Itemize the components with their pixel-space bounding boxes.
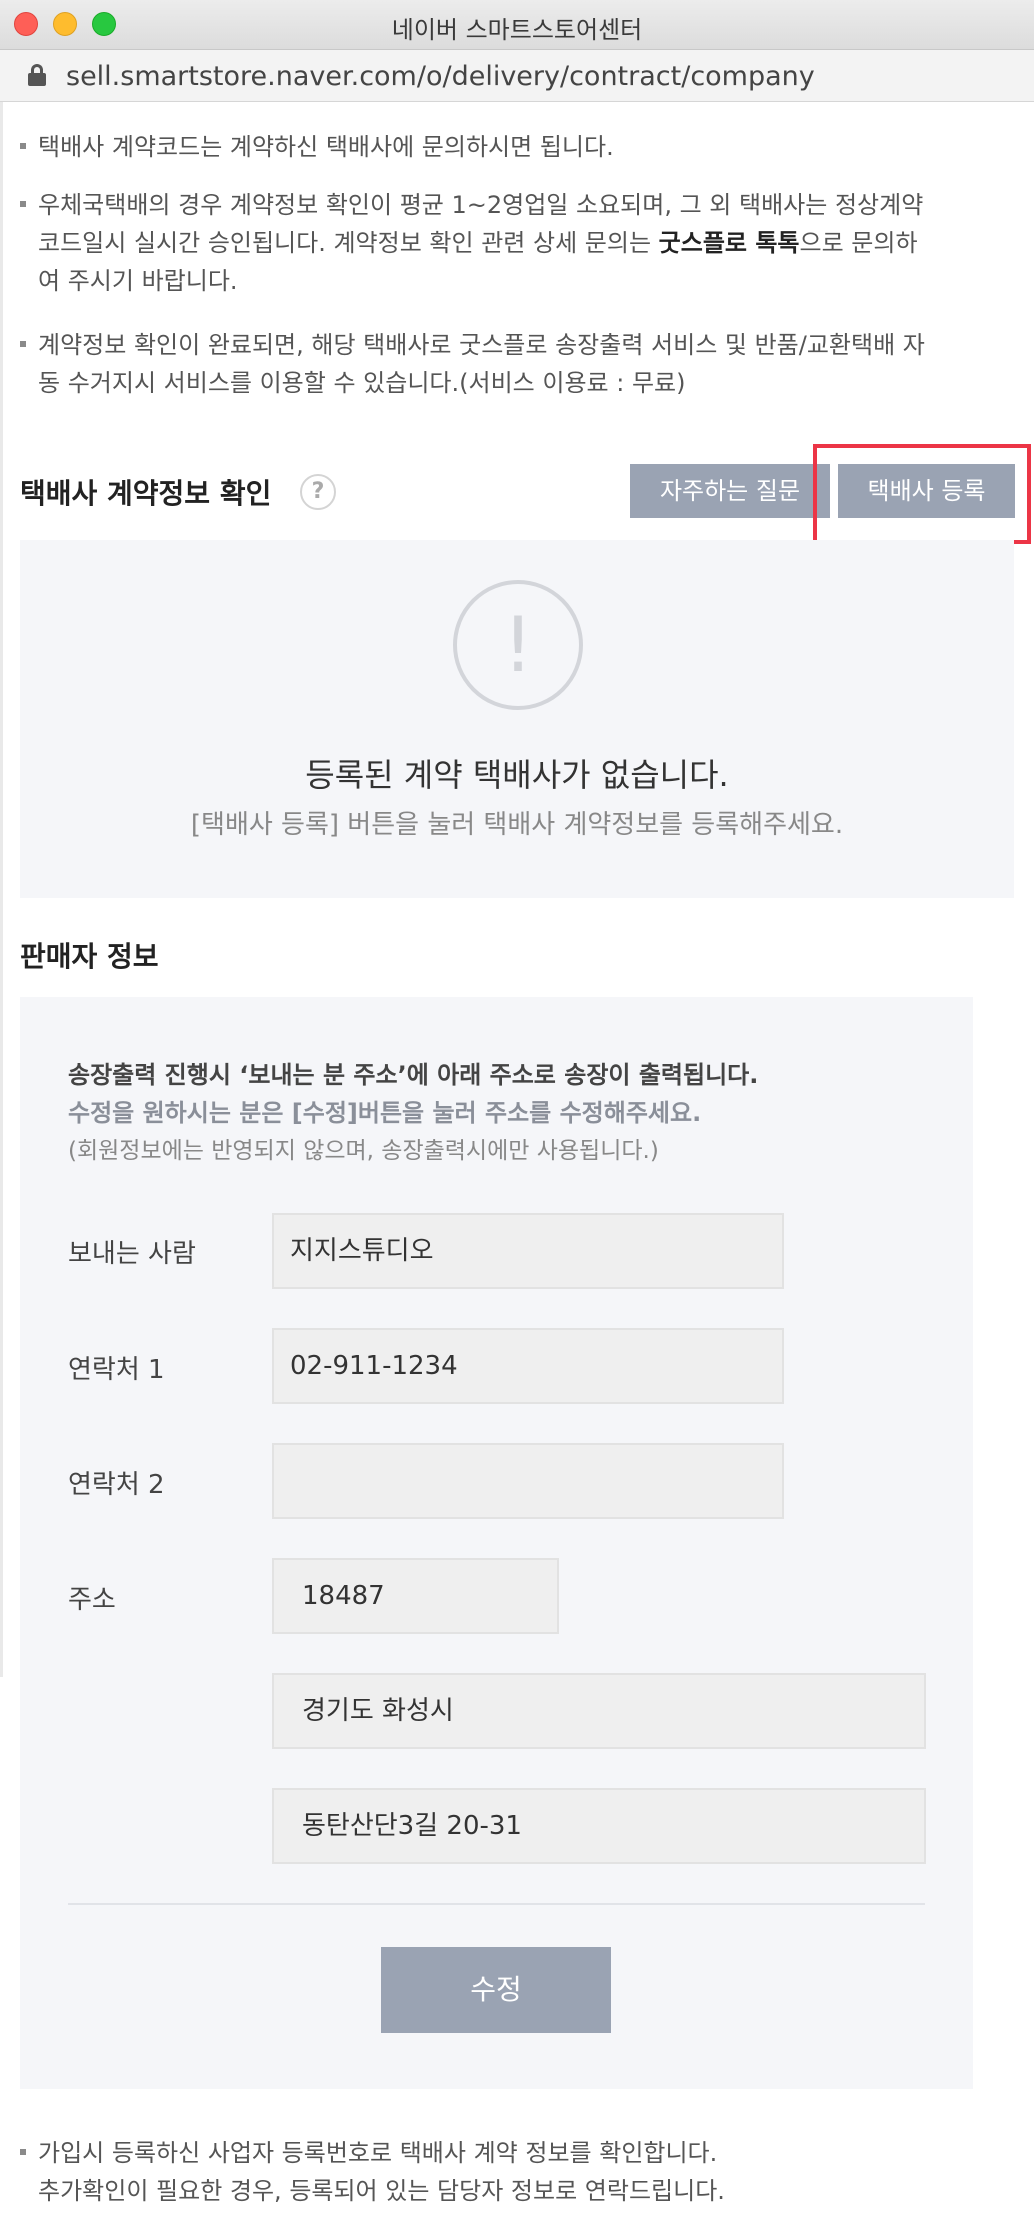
note-text: 우체국택배의 경우 계약정보 확인이 평균 1~2영업일 소요되며, 그 외 택… (38, 191, 924, 219)
note-service: 계약정보 확인이 완료되면, 해당 택배사로 굿스플로 송장출력 서비스 및 반… (20, 326, 925, 402)
exclamation-icon: ! (453, 580, 583, 710)
address-bar[interactable]: sell.smartstore.naver.com/o/delivery/con… (0, 50, 1034, 102)
section-title-contract: 택배사 계약정보 확인 (20, 477, 272, 510)
url-text[interactable]: sell.smartstore.naver.com/o/delivery/con… (66, 61, 815, 92)
footer-note: 가입시 등록하신 사업자 등록번호로 택배사 계약 정보를 확인합니다. 추가확… (20, 2134, 725, 2210)
sender-label: 보내는 사람 (68, 1239, 196, 1269)
address-label: 주소 (68, 1585, 116, 1615)
note-text: 가입시 등록하신 사업자 등록번호로 택배사 계약 정보를 확인합니다. (38, 2139, 718, 2167)
note-text: 동 수거지시 서비스를 이용할 수 있습니다.(서비스 이용료 : 무료) (38, 369, 686, 397)
divider (68, 1903, 925, 1905)
note-text: 여 주시기 바랍니다. (38, 267, 238, 295)
address1-field[interactable]: 경기도 화성시 (272, 1673, 926, 1749)
phone1-label: 연락처 1 (68, 1355, 165, 1385)
note-text: 으로 문의하 (799, 229, 918, 257)
window-titlebar: 네이버 스마트스토어센터 (0, 0, 1034, 50)
note-text: 코드일시 실시간 승인됩니다. 계약정보 확인 관련 상세 문의는 (38, 229, 659, 257)
phone2-field[interactable] (272, 1443, 784, 1519)
empty-message: 등록된 계약 택배사가 없습니다. (305, 756, 729, 794)
lock-icon (28, 64, 46, 86)
note-contract-code: 택배사 계약코드는 계약하신 택배사에 문의하시면 됩니다. (20, 128, 614, 166)
address2-field[interactable]: 동탄산단3길 20-31 (272, 1788, 926, 1864)
zipcode-field[interactable]: 18487 (272, 1558, 559, 1634)
window-edge (0, 102, 3, 1677)
info-line: 수정을 원하시는 분은 [수정]버튼을 눌러 주소를 수정해주세요. (68, 1099, 702, 1127)
seller-info-panel: 송장출력 진행시 ‘보내는 분 주소’에 아래 주소로 송장이 출력됩니다. 수… (20, 997, 973, 2089)
window-title: 네이버 스마트스토어센터 (391, 16, 643, 44)
note-epost: 우체국택배의 경우 계약정보 확인이 평균 1~2영업일 소요되며, 그 외 택… (20, 186, 923, 300)
edit-button[interactable]: 수정 (381, 1947, 611, 2033)
highlight-box (813, 444, 1031, 544)
phone1-field[interactable]: 02-911-1234 (272, 1328, 784, 1404)
help-icon[interactable]: ? (300, 474, 336, 510)
note-text: 계약정보 확인이 완료되면, 해당 택배사로 굿스플로 송장출력 서비스 및 반… (38, 331, 925, 359)
section-title-seller: 판매자 정보 (20, 940, 159, 973)
sender-field[interactable]: 지지스튜디오 (272, 1213, 784, 1289)
empty-state-panel: ! 등록된 계약 택배사가 없습니다. [택배사 등록] 버튼을 눌러 택배사 … (20, 540, 1014, 898)
faq-button[interactable]: 자주하는 질문 (630, 464, 830, 518)
info-line: (회원정보에는 반영되지 않으며, 송장출력시에만 사용됩니다.) (68, 1138, 659, 1164)
goodsflow-talk-link[interactable]: 굿스플로 톡톡 (659, 229, 800, 257)
empty-sub-message: [택배사 등록] 버튼을 눌러 택배사 계약정보를 등록해주세요. (190, 810, 844, 840)
phone2-label: 연락처 2 (68, 1470, 165, 1500)
note-text: 추가확인이 필요한 경우, 등록되어 있는 담당자 정보로 연락드립니다. (38, 2177, 725, 2205)
note-text: 택배사 계약코드는 계약하신 택배사에 문의하시면 됩니다. (38, 133, 614, 161)
info-line: 송장출력 진행시 ‘보내는 분 주소’에 아래 주소로 송장이 출력됩니다. (68, 1061, 759, 1089)
